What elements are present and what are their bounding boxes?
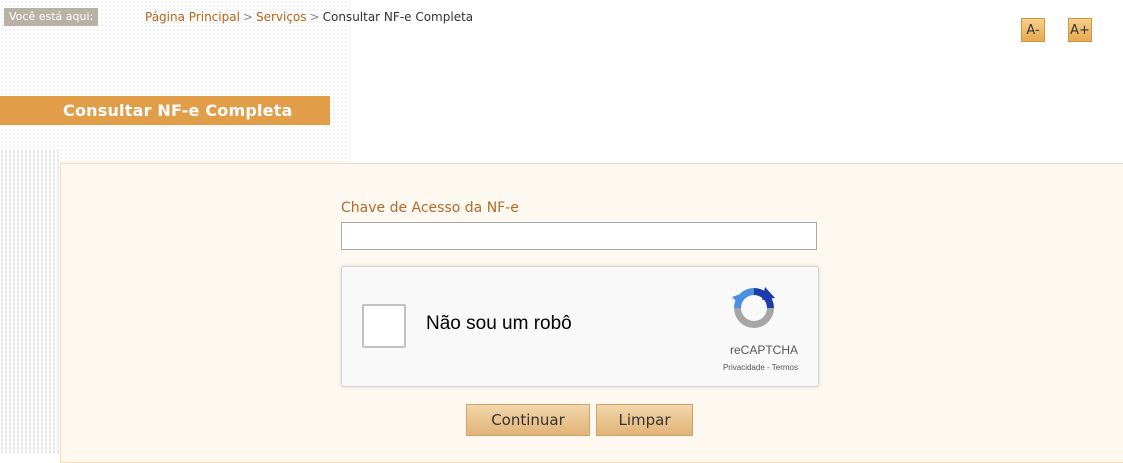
breadcrumb: Página Principal > Serviços > Consultar NF-e… <box>145 9 473 25</box>
recaptcha-checkbox[interactable] <box>362 304 406 348</box>
font-decrease-button[interactable]: A- <box>1021 18 1045 42</box>
access-key-label: Chave de Acesso da NF-e <box>341 200 519 216</box>
recaptcha-terms-link[interactable]: Termos <box>772 363 798 372</box>
breadcrumb-home-link[interactable]: Página Principal <box>145 10 240 24</box>
recaptcha-checkbox-label: Não sou um robô <box>426 313 572 334</box>
breadcrumb-separator: > <box>242 10 253 24</box>
recaptcha-link-separator: - <box>767 363 770 372</box>
page-title: Consultar NF-e Completa <box>0 96 330 125</box>
dotted-background-lower <box>0 150 60 454</box>
clear-button[interactable]: Limpar <box>596 404 693 436</box>
recaptcha-logo-icon <box>732 287 775 328</box>
breadcrumb-label: Você está aqui: <box>4 8 99 26</box>
access-key-input[interactable] <box>341 222 817 250</box>
recaptcha-brand: reCAPTCHA <box>729 343 798 357</box>
recaptcha-privacy-link[interactable]: Privacidade <box>723 363 765 372</box>
breadcrumb-current: Consultar NF-e Completa <box>322 10 474 24</box>
breadcrumb-separator: > <box>309 10 320 24</box>
recaptcha-widget: Não sou um robô reCAPTCHA Privacidade - … <box>341 266 819 387</box>
continue-button[interactable]: Continuar <box>466 404 590 436</box>
breadcrumb-services-link[interactable]: Serviços <box>256 10 307 24</box>
recaptcha-links: Privacidade - Termos <box>723 363 798 372</box>
font-increase-button[interactable]: A+ <box>1068 18 1092 42</box>
